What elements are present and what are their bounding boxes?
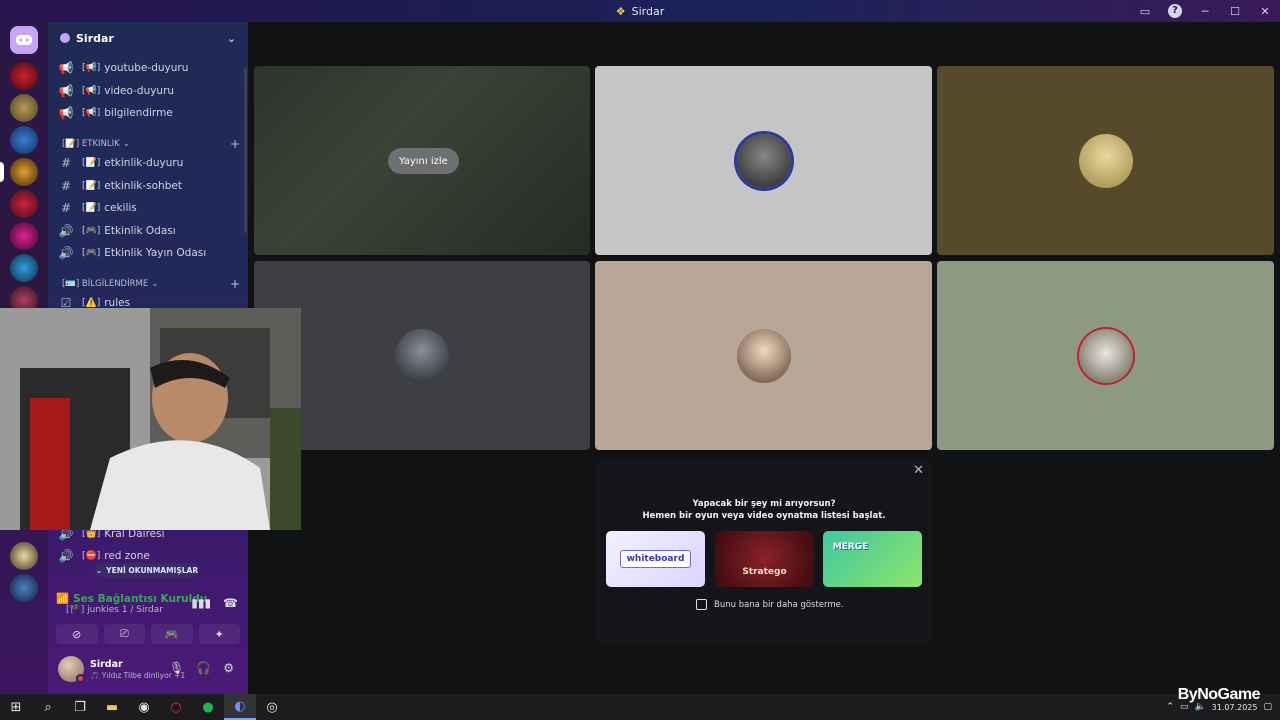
inbox-icon[interactable]: ▭	[1130, 5, 1160, 18]
gear-icon[interactable]: ⚙	[223, 661, 234, 675]
maximize-button[interactable]: ☐	[1220, 5, 1250, 18]
opera-icon[interactable]: ○	[160, 694, 192, 720]
add-channel-icon[interactable]: +	[230, 137, 240, 151]
dont-show-again-checkbox[interactable]: Bunu bana bir daha gösterme.	[696, 599, 844, 610]
avatar	[1078, 328, 1133, 383]
obs-icon[interactable]: ◎	[256, 694, 288, 720]
server-icon-10[interactable]	[10, 574, 38, 602]
server-icon-6[interactable]	[10, 222, 38, 250]
activity-suggestion-panel: ✕ Yapacak bir şey mi arıyorsun? Hemen bi…	[596, 458, 932, 644]
close-icon[interactable]: ✕	[913, 463, 924, 478]
chevron-up-icon[interactable]: ⌃	[1166, 702, 1174, 712]
megaphone-icon: 📢	[58, 84, 74, 98]
chevron-down-icon: ⌄	[95, 565, 103, 575]
checkbox-icon	[696, 599, 707, 610]
channel-youtube-duyuru[interactable]: 📢 [📢] youtube-duyuru	[56, 58, 240, 78]
channel-bilgilendirme[interactable]: 📢 [📢] bilgilendirme	[56, 103, 240, 123]
webcam-image	[0, 308, 301, 530]
server-icon-3[interactable]	[10, 126, 38, 154]
participant-tile[interactable]	[595, 66, 932, 255]
server-icon-4[interactable]	[10, 158, 38, 186]
channel-cekilis[interactable]: # [📝] cekilis	[56, 198, 240, 218]
category-etkinlik[interactable]: [📝] Etkinlik ⌄ +	[62, 136, 240, 152]
soundboard-button[interactable]: ✦	[198, 624, 240, 644]
webcam-overlay	[0, 308, 301, 530]
home-button[interactable]	[10, 26, 38, 54]
signal-icon: 📶	[56, 593, 70, 605]
taskbar: ⊞ ⌕ ❐ ▬ ◉ ○ ● ◐ ◎ ⌃ ▭ 🔈 31.07.2025 ▢ ByN…	[0, 686, 1280, 720]
headphones-icon[interactable]: 🎧	[196, 661, 211, 675]
participant-tile[interactable]	[937, 66, 1274, 255]
hash-icon: #	[60, 201, 72, 215]
participant-tile[interactable]	[595, 261, 932, 450]
username: Sirdar	[90, 659, 123, 670]
activities-button[interactable]: 🎮	[151, 624, 193, 644]
title-bar: ❖ Sirdar ▭ ? ─ ☐ ✕	[0, 0, 1280, 22]
hash-icon: #	[60, 179, 72, 193]
server-icon-5[interactable]	[10, 190, 38, 218]
user-panel: Sirdar 🎵 Yıldız Tilbe dinliyor +1 🎙 🎧 ⚙	[48, 652, 248, 690]
disconnect-icon[interactable]: ☎	[223, 596, 238, 610]
soundwave-icon[interactable]: ▮▮▮	[191, 596, 211, 610]
speaker-icon: 🔊	[58, 549, 74, 563]
server-icon: ❖	[615, 4, 626, 18]
task-view-icon[interactable]: ❐	[64, 694, 96, 720]
channel-etkinlik-odasi[interactable]: 🔊 [🎮] Etkinlik Odası	[56, 221, 240, 241]
voice-location[interactable]: [🏴] junkies 1 / Sirdar	[66, 605, 163, 615]
voice-panel: 📶 Ses Bağlantısı Kuruldu [🏴] junkies 1 /…	[48, 588, 248, 648]
avatar	[736, 133, 791, 188]
active-server-pill	[0, 162, 4, 182]
avatar	[736, 328, 791, 383]
chevron-down-icon: ⌄	[226, 31, 236, 45]
screen-share-button[interactable]: ⎚	[103, 624, 145, 644]
activity-card-whiteboard[interactable]: whiteboard	[606, 531, 705, 587]
server-icon-9[interactable]	[10, 542, 38, 570]
add-channel-icon[interactable]: +	[230, 277, 240, 291]
window-title: ❖ Sirdar	[615, 4, 665, 18]
minimize-button[interactable]: ─	[1190, 5, 1220, 18]
sidebar-scrollbar[interactable]	[244, 68, 247, 233]
help-icon[interactable]: ?	[1168, 4, 1182, 18]
steam-icon[interactable]: ◉	[128, 694, 160, 720]
discord-taskbar-icon[interactable]: ◐	[224, 694, 256, 720]
megaphone-icon: 📢	[58, 106, 74, 120]
microphone-icon[interactable]: 🎙	[169, 661, 184, 675]
server-icon-7[interactable]	[10, 254, 38, 282]
participant-tile[interactable]	[254, 261, 590, 450]
channel-video-duyuru[interactable]: 📢 [📢] video-duyuru	[56, 81, 240, 101]
activity-card-merge[interactable]: MERGE	[823, 531, 922, 587]
speaker-icon: 🔊	[58, 224, 74, 238]
close-window-button[interactable]: ✕	[1250, 5, 1280, 18]
category-bilgilendirme[interactable]: [🪪] BİLGİLENDİRME ⌄ +	[62, 276, 240, 292]
search-icon[interactable]: ⌕	[32, 694, 64, 720]
discord-icon	[16, 35, 32, 45]
voice-stage: Yayını izle ✕ Yapacak bir şey mi arıyors…	[248, 22, 1280, 694]
file-explorer-icon[interactable]: ▬	[96, 694, 128, 720]
avatar	[395, 328, 449, 383]
server-icon-2[interactable]	[10, 94, 38, 122]
unread-pill[interactable]: ⌄ YENİ OKUNMAMIŞLAR	[95, 563, 199, 577]
watermark-logo: ByNoGame	[1177, 686, 1261, 703]
avatar	[1078, 133, 1133, 188]
watch-stream-button[interactable]: Yayını izle	[388, 148, 459, 174]
server-icon-1[interactable]	[10, 62, 38, 90]
channel-etkinlik-duyuru[interactable]: # [📝] etkinlik-duyuru	[56, 153, 240, 173]
server-badge-icon	[60, 33, 70, 43]
spotify-icon[interactable]: ●	[192, 694, 224, 720]
channel-etkinlik-yayin-odasi[interactable]: 🔊 [🎮] Etkinlik Yayın Odası	[56, 243, 240, 263]
voice-status[interactable]: 📶 Ses Bağlantısı Kuruldu	[56, 592, 207, 606]
server-header[interactable]: Sirdar ⌄	[48, 22, 248, 54]
activity-card-stratego[interactable]: Stratego	[715, 531, 814, 587]
notification-icon[interactable]: ▢	[1263, 702, 1272, 712]
dnd-status-icon	[76, 674, 85, 683]
camera-off-button[interactable]: ⊘	[56, 624, 98, 644]
speaker-icon: 🔊	[58, 246, 74, 260]
participant-tile[interactable]	[937, 261, 1274, 450]
windows-start-icon[interactable]: ⊞	[0, 694, 32, 720]
hash-icon: #	[60, 156, 72, 170]
stream-tile[interactable]: Yayını izle	[254, 66, 590, 255]
channel-etkinlik-sohbet[interactable]: # [📝] etkinlik-sohbet	[56, 176, 240, 196]
megaphone-icon: 📢	[58, 61, 74, 75]
